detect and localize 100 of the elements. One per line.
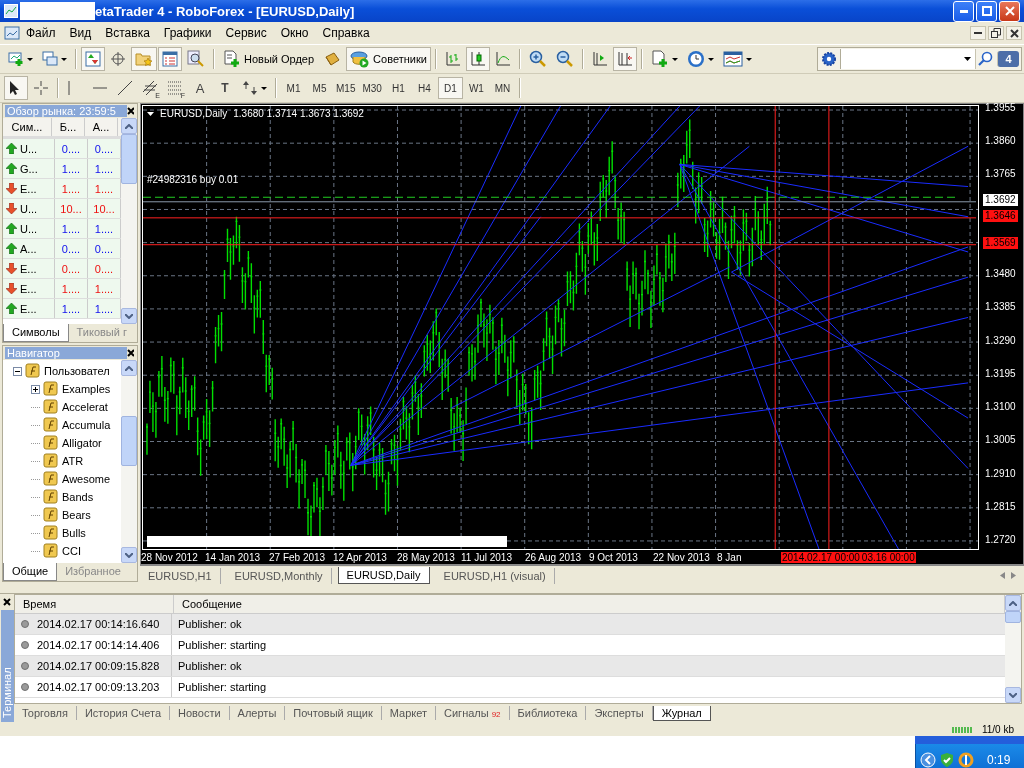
column-header[interactable]: Время xyxy=(15,595,174,613)
timeframe-button[interactable]: H4 xyxy=(411,77,437,99)
tree-item[interactable]: Awesome xyxy=(62,473,111,485)
chart-tab[interactable]: EURUSD,H1 xyxy=(140,567,221,584)
chart-tab[interactable]: EURUSD,Monthly xyxy=(226,567,332,584)
panel-tab[interactable]: Символы xyxy=(3,324,69,342)
symbol-cell: G... xyxy=(20,162,38,175)
toolbar-button[interactable] xyxy=(612,47,637,71)
vertical-line[interactable] xyxy=(774,106,776,549)
column-header[interactable]: Сим... xyxy=(3,118,52,136)
terminal-tab[interactable]: Эксперты xyxy=(586,706,653,720)
terminal-tab[interactable]: Новости xyxy=(170,706,230,720)
scrollbar[interactable] xyxy=(121,118,137,324)
toolbar-button[interactable] xyxy=(81,47,105,71)
tree-item[interactable]: Bears xyxy=(62,509,91,521)
terminal-tab[interactable]: Алерты xyxy=(229,706,286,720)
drawing-tool-button[interactable] xyxy=(4,76,28,100)
scroll-thumb[interactable] xyxy=(121,134,137,184)
status-dot-icon xyxy=(21,662,29,670)
bid-cell: 1.... xyxy=(55,159,88,178)
scroll-thumb[interactable] xyxy=(121,416,137,466)
tree-item[interactable]: Examples xyxy=(62,383,111,395)
tree-item[interactable]: Alligator xyxy=(62,437,102,449)
function-folder-icon xyxy=(25,363,41,379)
date-label: 9 Oct 2013 xyxy=(589,551,639,563)
panel-tab[interactable]: Общие xyxy=(3,563,58,581)
menu-item[interactable]: Файл xyxy=(20,26,64,40)
tree-item[interactable]: Пользовател xyxy=(44,365,110,377)
timeframe-button[interactable]: W1 xyxy=(463,77,489,99)
caret-icon[interactable] xyxy=(147,111,154,116)
right-arrow-icon[interactable] xyxy=(1011,572,1016,579)
ring-icon[interactable] xyxy=(958,752,974,768)
column-header[interactable]: Б... xyxy=(52,118,85,136)
maximize-button[interactable] xyxy=(976,0,997,22)
terminal-tab[interactable]: Сигналы 92 xyxy=(436,706,510,720)
close-icon[interactable] xyxy=(127,107,134,115)
timeframe-button[interactable]: M5 xyxy=(307,77,332,99)
terminal-tab[interactable]: Почтовый ящик xyxy=(285,706,382,720)
menu-item[interactable]: Справка xyxy=(316,26,378,40)
settings-icon[interactable] xyxy=(821,51,837,67)
shield-check-icon[interactable] xyxy=(939,752,955,768)
timeframe-button[interactable]: M15 xyxy=(333,77,359,99)
tree-item[interactable]: CCI xyxy=(62,545,81,557)
tree-item[interactable]: ATR xyxy=(62,455,84,467)
timeframe-button[interactable]: M30 xyxy=(359,77,385,99)
timeframe-button[interactable]: H1 xyxy=(385,77,411,99)
timeframe-button[interactable]: D1 xyxy=(437,77,463,99)
order-label: #24982316 buy 0.01 xyxy=(147,173,239,185)
scrollbar[interactable] xyxy=(1005,595,1021,703)
chart-tab[interactable]: EURUSD,Daily xyxy=(337,567,430,584)
function-icon xyxy=(43,471,59,487)
scroll-thumb[interactable] xyxy=(1005,611,1021,623)
expand-icon[interactable] xyxy=(31,384,40,394)
terminal-tab[interactable]: Библиотека xyxy=(509,706,587,720)
minimize-button[interactable] xyxy=(970,26,986,40)
collapse-icon[interactable] xyxy=(13,366,22,376)
tree-item[interactable]: Accelerat xyxy=(62,401,108,413)
time-cell: 2014.02.17 00:14:16.640 xyxy=(37,618,160,630)
menu-item[interactable]: Окно xyxy=(274,26,317,40)
horizontal-line[interactable] xyxy=(143,244,977,246)
toolbar-button[interactable]: Советники xyxy=(346,47,431,71)
timeframe-button[interactable]: M1 xyxy=(281,77,306,99)
bid-cell: 1.... xyxy=(55,279,88,298)
column-header[interactable]: А... xyxy=(85,118,118,136)
text-tool-button[interactable]: A xyxy=(188,76,212,100)
close-icon[interactable] xyxy=(3,598,11,606)
tree-item[interactable]: Accumula xyxy=(62,419,111,431)
chart-area[interactable] xyxy=(140,103,1024,565)
arrows-icon xyxy=(242,80,258,96)
timeframe-button[interactable]: MN xyxy=(489,77,515,99)
close-icon[interactable] xyxy=(127,349,134,357)
menu-item[interactable]: Графики xyxy=(157,26,220,40)
search-button[interactable] xyxy=(975,49,995,69)
function-icon xyxy=(43,489,59,505)
scrollbar[interactable] xyxy=(121,360,137,563)
messages-button[interactable]: 4 xyxy=(997,51,1019,67)
terminal-tab[interactable]: Маркет xyxy=(381,706,437,720)
chart-window-icon[interactable] xyxy=(4,25,20,41)
terminal-tab[interactable]: Торговля xyxy=(14,706,77,720)
menu-item[interactable]: Сервис xyxy=(219,26,275,40)
ohlc-values: 1.3680 1.3714 1.3673 1.3692 xyxy=(233,108,364,119)
price-marker: 1.3646 xyxy=(983,210,1018,223)
text-tool-button[interactable]: T xyxy=(213,76,237,100)
terminal-tab[interactable]: История Счета xyxy=(76,706,170,720)
tree-item[interactable]: Bulls xyxy=(62,527,86,539)
zoom-out-icon xyxy=(555,50,574,68)
price-label: 1.3480 xyxy=(984,268,1017,281)
toolbar-button[interactable] xyxy=(158,47,182,71)
menu-item[interactable]: Вид xyxy=(63,26,100,40)
terminal-tab[interactable]: Журнал xyxy=(652,705,711,721)
left-arrow-icon[interactable] xyxy=(1000,572,1005,579)
toolbar-button[interactable]: Новый Ордер xyxy=(219,47,319,71)
price-label: 1.3955 xyxy=(984,102,1017,114)
menu-item[interactable]: Вставка xyxy=(99,26,158,40)
tree-item[interactable]: Bands xyxy=(62,491,94,503)
search-field[interactable] xyxy=(840,49,975,69)
chart-tab[interactable]: EURUSD,H1 (visual) xyxy=(435,567,555,584)
toolbar-button[interactable] xyxy=(465,47,490,71)
restore-button[interactable] xyxy=(988,26,1004,40)
close-button[interactable] xyxy=(1006,26,1022,40)
